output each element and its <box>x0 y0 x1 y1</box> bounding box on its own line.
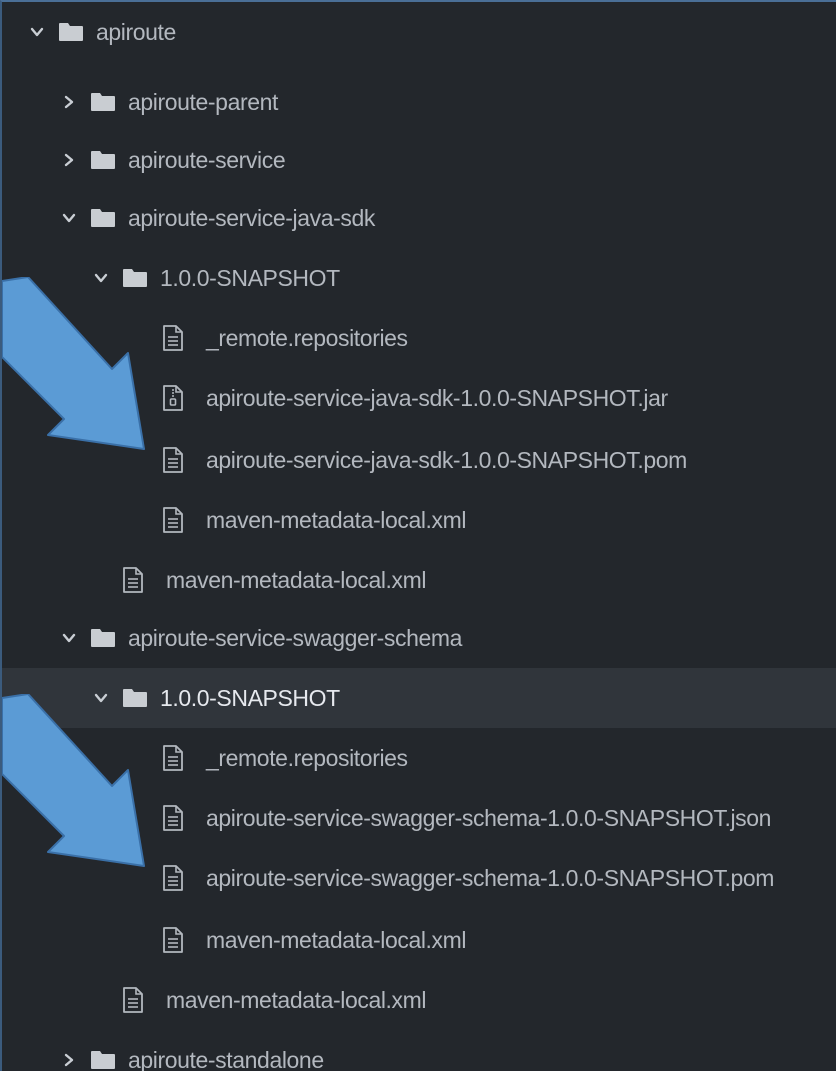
tree-item-label: 1.0.0-SNAPSHOT <box>160 264 340 291</box>
tree-item-label: apiroute <box>96 18 176 45</box>
tree-item-label: apiroute-standalone <box>128 1046 324 1071</box>
tree-file[interactable]: maven-metadata-local.xml <box>2 490 836 550</box>
file-icon <box>122 567 144 593</box>
tree-item-label: apiroute-service-swagger-schema <box>128 624 463 651</box>
tree-folder-apiroute[interactable]: apiroute <box>2 2 836 62</box>
tree-folder-swagger-schema-version[interactable]: 1.0.0-SNAPSHOT <box>2 668 836 728</box>
tree-item-label: apiroute-service <box>128 146 286 173</box>
chevron-down-icon[interactable] <box>60 629 78 647</box>
file-icon <box>162 325 184 351</box>
folder-icon <box>90 1050 116 1070</box>
folder-icon <box>90 628 116 648</box>
chevron-right-icon[interactable] <box>60 1051 78 1069</box>
tree-item-label: maven-metadata-local.xml <box>206 926 467 953</box>
folder-icon <box>58 22 84 42</box>
chevron-down-icon[interactable] <box>60 209 78 227</box>
tree-file[interactable]: maven-metadata-local.xml <box>2 550 836 610</box>
file-icon <box>162 927 184 953</box>
chevron-down-icon[interactable] <box>92 269 110 287</box>
tree-file[interactable]: apiroute-service-java-sdk-1.0.0-SNAPSHOT… <box>2 430 836 490</box>
chevron-down-icon[interactable] <box>92 689 110 707</box>
tree-item-label: apiroute-service-java-sdk-1.0.0-SNAPSHOT… <box>206 446 687 473</box>
file-icon <box>162 447 184 473</box>
tree-item-label: apiroute-service-java-sdk-1.0.0-SNAPSHOT… <box>206 384 668 411</box>
folder-icon <box>122 688 148 708</box>
tree-item-label: maven-metadata-local.xml <box>206 506 467 533</box>
tree-item-label: apiroute-service-swagger-schema-1.0.0-SN… <box>206 804 772 831</box>
tree-item-label: _remote.repositories <box>206 324 408 351</box>
tree-item-label: maven-metadata-local.xml <box>166 986 427 1013</box>
chevron-down-icon[interactable] <box>28 23 46 41</box>
tree-folder-apiroute-service-java-sdk[interactable]: apiroute-service-java-sdk <box>2 188 836 248</box>
tree-item-label: apiroute-service-java-sdk <box>128 204 375 231</box>
tree-folder-apiroute-parent[interactable]: apiroute-parent <box>2 72 836 132</box>
folder-icon <box>90 208 116 228</box>
file-icon <box>162 805 184 831</box>
tree-file[interactable]: _remote.repositories <box>2 308 836 368</box>
tree-item-label: apiroute-parent <box>128 88 278 115</box>
tree-item-label: maven-metadata-local.xml <box>166 566 427 593</box>
tree-file[interactable]: apiroute-service-swagger-schema-1.0.0-SN… <box>2 788 836 848</box>
tree-file[interactable]: apiroute-service-java-sdk-1.0.0-SNAPSHOT… <box>2 368 836 428</box>
tree-folder-apiroute-standalone[interactable]: apiroute-standalone <box>2 1030 836 1071</box>
chevron-right-icon[interactable] <box>60 151 78 169</box>
tree-file[interactable]: maven-metadata-local.xml <box>2 970 836 1030</box>
tree-folder-java-sdk-version[interactable]: 1.0.0-SNAPSHOT <box>2 248 836 308</box>
tree-folder-apiroute-service[interactable]: apiroute-service <box>2 130 836 190</box>
folder-icon <box>122 268 148 288</box>
file-icon <box>162 745 184 771</box>
file-icon <box>162 507 184 533</box>
file-icon <box>122 987 144 1013</box>
folder-icon <box>90 150 116 170</box>
folder-icon <box>90 92 116 112</box>
tree-item-label: _remote.repositories <box>206 744 408 771</box>
tree-item-label: apiroute-service-swagger-schema-1.0.0-SN… <box>206 864 774 891</box>
tree-item-label: 1.0.0-SNAPSHOT <box>160 684 340 711</box>
file-icon <box>162 865 184 891</box>
tree-file[interactable]: apiroute-service-swagger-schema-1.0.0-SN… <box>2 848 836 908</box>
tree-file[interactable]: _remote.repositories <box>2 728 836 788</box>
file-explorer-panel: apiroute apiroute-parent apiroute-servic… <box>0 0 836 1071</box>
chevron-right-icon[interactable] <box>60 93 78 111</box>
archive-file-icon <box>162 385 184 411</box>
tree-folder-apiroute-service-swagger-schema[interactable]: apiroute-service-swagger-schema <box>2 608 836 668</box>
tree-file[interactable]: maven-metadata-local.xml <box>2 910 836 970</box>
